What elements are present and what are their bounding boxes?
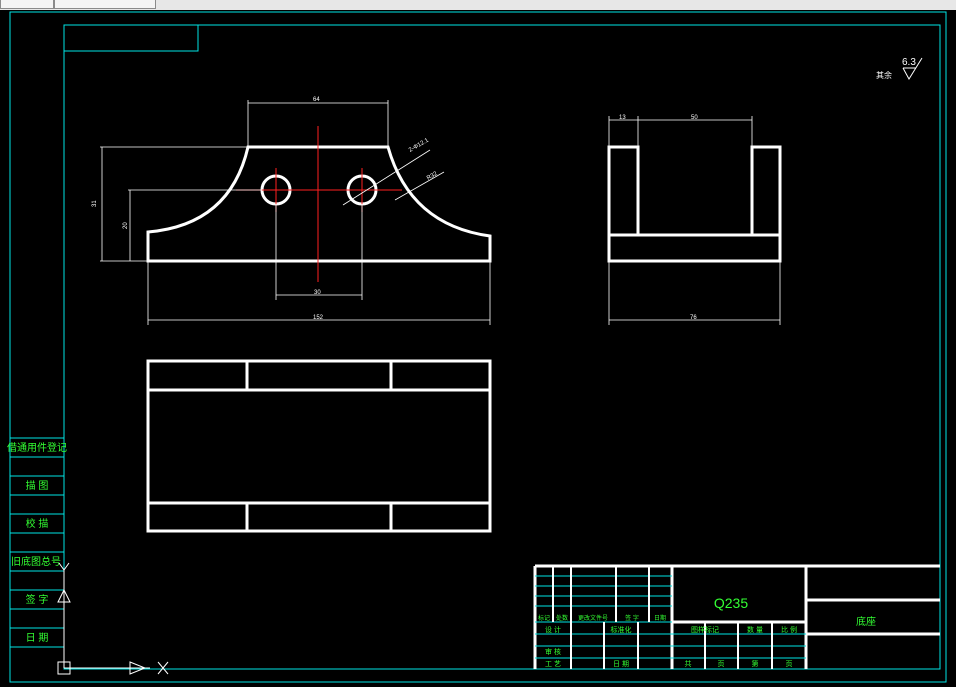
stage-qty-header: 数 量 <box>747 625 763 634</box>
dim-radius: R32 <box>426 171 439 182</box>
row-process: 工 艺 <box>545 660 561 668</box>
document-tab-2[interactable] <box>54 0 156 9</box>
dim-hole-spacing: 30 <box>314 290 321 296</box>
dim-side-13: 13 <box>619 115 626 121</box>
inner-frame <box>63 24 941 670</box>
material-label: Q235 <box>714 595 748 611</box>
ucs-icon <box>57 562 169 675</box>
row-review: 审 核 <box>545 647 561 656</box>
strip-label-3: 校 描 <box>26 517 49 530</box>
corner-box <box>63 24 199 52</box>
roughness-symbol: 其余 6.3 <box>876 57 923 80</box>
rev-header-file: 更改文件号 <box>578 614 608 622</box>
sheet-no-label: 第 <box>752 659 759 668</box>
front-view[interactable]: 64 2-Φ12.1 R32 31 20 30 152 <box>92 97 492 325</box>
strip-label-6: 日 期 <box>26 632 49 644</box>
roughness-prefix: 其余 <box>876 70 892 80</box>
dim-height-31: 31 <box>92 200 98 207</box>
row-design: 设 计 <box>545 625 561 634</box>
roughness-value: 6.3 <box>902 57 916 68</box>
sheet-page-label-1: 页 <box>718 660 725 668</box>
dim-side-76: 76 <box>690 315 697 321</box>
sheet-total-label: 共 <box>685 659 692 668</box>
drawing-canvas[interactable]: 其余 6.3 64 2-Φ12.1 R32 31 20 30 152 13 50… <box>0 10 956 687</box>
row-date: 日 期 <box>613 660 629 668</box>
rev-header-date: 日期 <box>654 614 666 622</box>
center-lines <box>236 126 402 282</box>
rev-header-count: 处数 <box>556 614 568 622</box>
dim-top-64: 64 <box>313 97 320 103</box>
part-name: 底座 <box>856 615 876 628</box>
row-standard: 标准化 <box>611 625 632 634</box>
stage-mark-header: 图样标记 <box>691 625 719 634</box>
dim-side-50: 50 <box>691 115 698 121</box>
title-block[interactable]: 标记 处数 更改文件号 签 字 日期 设 计 审 核 工 艺 标准化 日 期 Q… <box>533 564 940 669</box>
dim-holes: 2-Φ12.1 <box>408 137 430 153</box>
dim-height-20: 20 <box>123 222 129 229</box>
dim-width-152: 152 <box>313 315 324 321</box>
side-view[interactable]: 13 50 76 <box>607 115 782 325</box>
stage-scale-header: 比 例 <box>781 625 797 634</box>
strip-label-2: 描 图 <box>26 479 49 492</box>
left-strip-table: 借通用件登记 描 图 校 描 旧底图总号 签 字 日 期 <box>7 437 67 648</box>
strip-label-4: 旧底图总号 <box>11 555 61 568</box>
top-view[interactable] <box>146 359 492 533</box>
rev-header-sign: 签 字 <box>625 614 639 622</box>
strip-label-1: 借通用件登记 <box>7 441 67 454</box>
rev-header-mark: 标记 <box>538 614 550 622</box>
sheet-page-label-2: 页 <box>786 660 793 668</box>
document-tab-1[interactable] <box>0 0 54 9</box>
strip-label-5: 签 字 <box>26 593 49 606</box>
